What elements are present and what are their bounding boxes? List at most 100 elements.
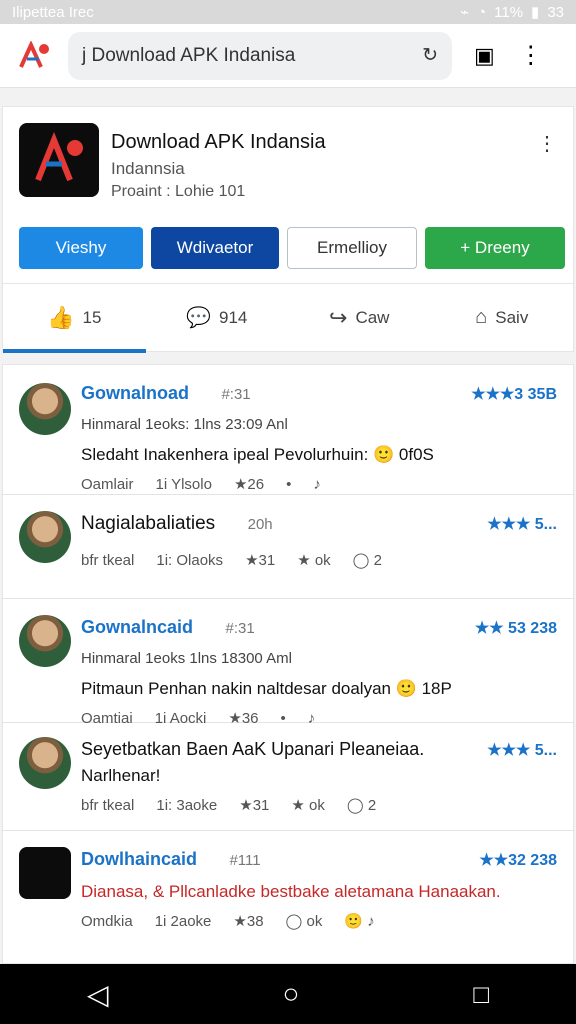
post-header: Seyetbatkan Baen AaK Upanari Pleaneiaa. … <box>81 739 573 760</box>
menu-icon[interactable]: ⋮ <box>519 41 543 70</box>
battery-percent: 11% <box>494 3 524 21</box>
post-action[interactable]: ★38 <box>233 912 263 930</box>
post-rating: ★★★ 5... <box>487 516 557 533</box>
home-icon[interactable]: ○ <box>282 978 299 1010</box>
post-action[interactable]: ★31 <box>245 551 275 569</box>
browser-url-bar: j Download APK Indanisa ↻ ▣ ⋮ <box>0 24 576 88</box>
battery-icon: ▮ <box>531 4 540 21</box>
post-action[interactable]: ♪ <box>313 476 321 493</box>
post-text: Dianasa, & Pllcanladke bestbake aletaman… <box>81 882 501 901</box>
post-header: Nagialabaliaties 20h ★★★ 5... <box>81 513 573 535</box>
post-actions: Oamlair 1i Ylsolo ★26 • ♪ <box>81 475 573 494</box>
avatar <box>19 511 71 563</box>
post-author: Gownalnoad <box>81 383 189 403</box>
tabs-icon[interactable]: ▣ <box>474 43 495 69</box>
post-action[interactable]: 🙂 ♪ <box>344 912 374 930</box>
app-title: Download APK Indansia <box>111 131 326 153</box>
recents-icon[interactable]: □ <box>473 979 489 1010</box>
tab-label: 15 <box>82 307 102 327</box>
action-button-1[interactable]: Vieshy <box>19 227 143 269</box>
post-item[interactable]: Gownalncaid #:31 ★★ 53 238 Hinmaral 1eok… <box>3 599 573 727</box>
post-rating: ★★★ 5... <box>487 741 557 759</box>
post-meta: Narlhenar! <box>81 766 161 785</box>
post-rating: ★★★3 35B <box>471 385 557 403</box>
post-action[interactable]: 1i 2aoke <box>155 913 212 930</box>
status-time: 33 <box>547 3 564 21</box>
tab-label: Caw <box>355 307 390 327</box>
post-action[interactable]: Omdkia <box>81 913 133 930</box>
post-action[interactable]: bfr tkeal <box>81 552 134 569</box>
post-action[interactable]: ★26 <box>234 475 264 493</box>
post-action[interactable]: 1i: Olaoks <box>156 552 223 569</box>
post-item[interactable]: Dowlhaincaid #111 ★★32 238 Dianasa, & Pl… <box>3 831 573 951</box>
wifi-icon: ◔ <box>477 3 487 21</box>
post-item[interactable]: Gownalnoad #:31 ★★★3 35B Hinmaral 1eoks:… <box>3 365 573 495</box>
navigation-bar: ◁ ○ □ <box>0 964 576 1024</box>
more-options-icon[interactable]: ⋮ <box>537 131 557 156</box>
post-action[interactable]: ◯ ok <box>286 912 323 930</box>
post-action[interactable]: ◯ 2 <box>353 551 382 569</box>
post-meta: Hinmaral 1eoks: 1lns 23:09 Anl <box>81 416 288 433</box>
post-action[interactable]: • <box>286 476 291 493</box>
post-actions: Omdkia 1i 2aoke ★38 ◯ ok 🙂 ♪ <box>81 912 573 931</box>
post-actions: bfr tkeal 1i: Olaoks ★31 ★ ok ◯ 2 <box>81 551 573 570</box>
app-subtitle: Indannsia <box>111 159 185 178</box>
action-button-2[interactable]: Wdivaetor <box>151 227 279 269</box>
feed-list: Gownalnoad #:31 ★★★3 35B Hinmaral 1eoks:… <box>2 364 574 964</box>
tab-share[interactable]: ↪ Caw <box>288 284 431 351</box>
post-text: Sledaht Inakenhera ipeal Pevolurhuin: 🙂 … <box>81 445 434 464</box>
action-button-4[interactable]: + Dreeny <box>425 227 565 269</box>
post-author: Nagialabaliaties <box>81 513 216 534</box>
url-text: j Download APK Indanisa <box>82 44 296 66</box>
back-icon[interactable]: ◁ <box>87 978 109 1011</box>
app-avatar <box>19 847 71 899</box>
post-action[interactable]: 1i Ylsolo <box>156 476 212 493</box>
post-meta: Hinmaral 1eoks 1lns 18300 Aml <box>81 650 292 667</box>
post-header: Dowlhaincaid #111 ★★32 238 <box>81 849 573 870</box>
post-author: Seyetbatkan Baen AaK Upanari Pleaneiaa. <box>81 739 425 759</box>
action-button-3[interactable]: Ermellioy <box>287 227 417 269</box>
comment-icon: 💬 <box>186 307 212 329</box>
tab-bar: 👍 15 💬 914 ↪ Caw ⌂ Saiv <box>3 283 574 353</box>
post-time: #:31 <box>221 386 251 403</box>
app-logo-icon[interactable] <box>14 36 54 76</box>
post-header: Gownalncaid #:31 ★★ 53 238 <box>81 617 573 638</box>
status-right: ⌁ ◔ 11% ▮ 33 <box>460 3 564 22</box>
post-time: 20h <box>247 516 273 533</box>
post-actions: bfr tkeal 1i: 3aoke ★31 ★ ok ◯ 2 <box>81 796 573 815</box>
app-icon <box>19 123 99 197</box>
tab-likes[interactable]: 👍 15 <box>3 284 146 353</box>
post-action[interactable]: ◯ 2 <box>347 796 376 814</box>
app-card: Download APK Indansia Indannsia Proaint … <box>2 106 574 353</box>
post-action[interactable]: ★ ok <box>297 551 330 569</box>
post-time: #:31 <box>225 620 255 637</box>
status-bar: Ilipettea Irec ⌁ ◔ 11% ▮ 33 <box>0 0 576 24</box>
tab-comments[interactable]: 💬 914 <box>146 284 289 351</box>
share-icon: ↪ <box>329 304 348 330</box>
post-author: Gownalncaid <box>81 617 194 637</box>
post-item[interactable]: Nagialabaliaties 20h ★★★ 5... bfr tkeal … <box>3 495 573 599</box>
post-action[interactable]: 1i: 3aoke <box>156 797 217 814</box>
post-action[interactable]: bfr tkeal <box>81 797 134 814</box>
post-author: Dowlhaincaid <box>81 849 198 869</box>
post-rating: ★★ 53 238 <box>474 619 557 637</box>
url-field[interactable]: j Download APK Indanisa ↻ <box>68 31 452 80</box>
save-icon: ⌂ <box>475 306 488 328</box>
post-action[interactable]: ★ ok <box>291 796 324 814</box>
tab-label: Saiv <box>495 307 529 327</box>
status-left-text: Ilipettea Irec <box>12 3 94 21</box>
tab-save[interactable]: ⌂ Saiv <box>431 284 574 351</box>
post-action[interactable]: Oamlair <box>81 476 134 493</box>
avatar <box>19 615 71 667</box>
signal-icon: ⌁ <box>460 4 470 21</box>
avatar <box>19 383 71 435</box>
post-time: #111 <box>229 852 261 869</box>
post-action[interactable]: ★31 <box>239 796 269 814</box>
action-button-row: Vieshy Wdivaetor Ermellioy + Dreeny <box>19 227 565 269</box>
post-item[interactable]: Seyetbatkan Baen AaK Upanari Pleaneiaa. … <box>3 723 573 831</box>
tab-label: 914 <box>219 307 248 327</box>
post-text: Pitmaun Penhan nakin naltdesar doalyan 🙂… <box>81 679 452 698</box>
avatar <box>19 737 71 789</box>
reload-icon[interactable]: ↻ <box>422 44 438 67</box>
post-rating: ★★32 238 <box>479 851 557 869</box>
